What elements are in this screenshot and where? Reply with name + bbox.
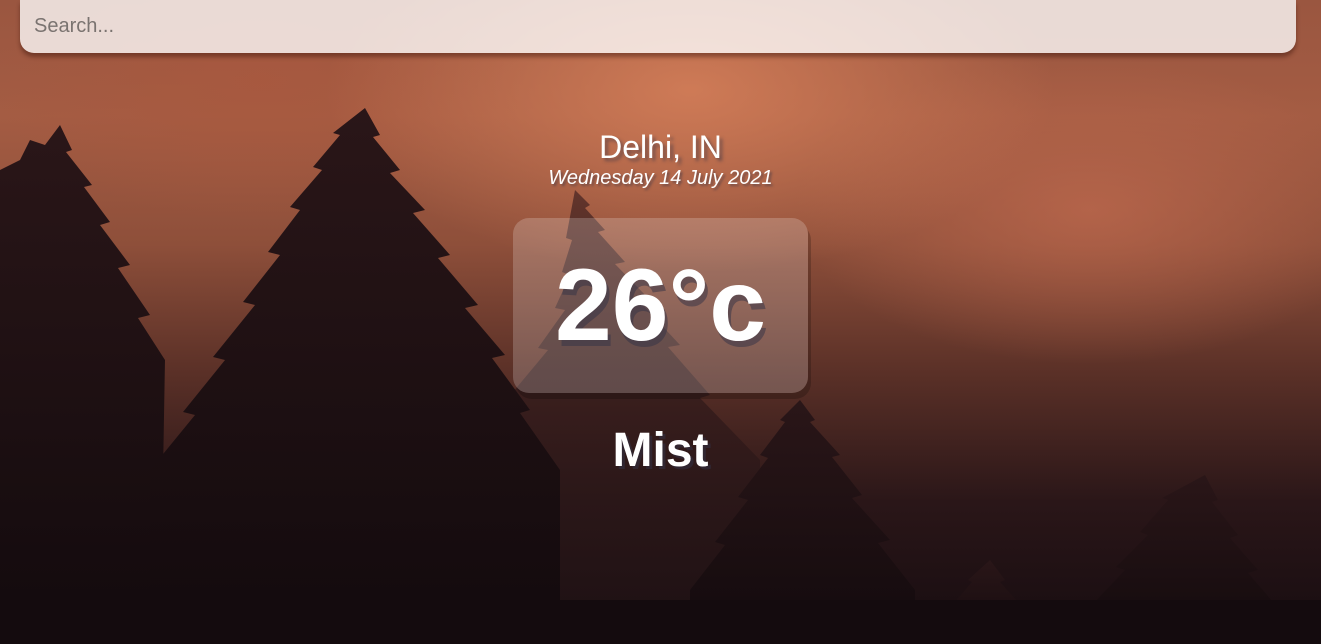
search-input[interactable] bbox=[20, 0, 1296, 53]
weather-box: 26°c Mist bbox=[0, 218, 1321, 479]
current-date: Wednesday 14 July 2021 bbox=[548, 167, 773, 189]
location-name: Delhi, IN bbox=[599, 129, 722, 165]
location-box: Delhi, IN Wednesday 14 July 2021 bbox=[0, 128, 1321, 190]
search-bar bbox=[20, 0, 1296, 53]
weather-condition: Mist bbox=[612, 424, 709, 477]
temperature-display: 26°c bbox=[513, 218, 808, 393]
